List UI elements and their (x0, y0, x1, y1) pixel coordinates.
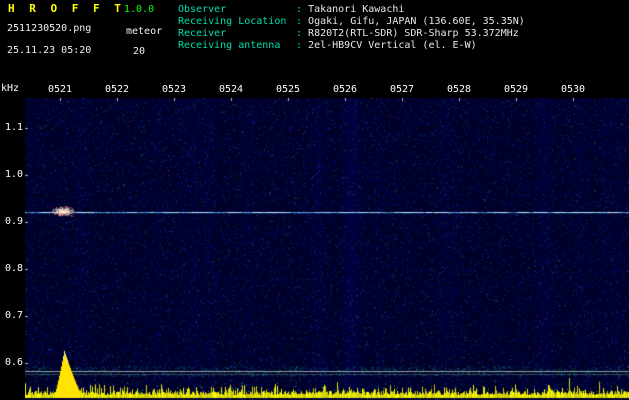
datetime-label: 25.11.23 05:20 (7, 45, 92, 56)
x-tick-label: 0522 (105, 84, 130, 95)
output-filename: 2511230520.png (7, 23, 92, 34)
x-tick-label: 0524 (219, 84, 244, 95)
y-tick-label: 0.8 (4, 263, 23, 274)
version-label: 1.0.0 (124, 4, 155, 15)
info-row: Observer: Takanori Kawachi (178, 4, 525, 16)
x-tick-label: 0526 (333, 84, 358, 95)
x-tick-label: 0523 (162, 84, 187, 95)
info-colon: : (296, 28, 309, 39)
info-label: Receiving Location (178, 16, 287, 27)
info-colon: : (296, 4, 309, 15)
y-tick-label: 0.9 (4, 216, 23, 227)
hrofft-window: H R O F F T 1.0.0 2511230520.png meteor … (0, 0, 629, 400)
info-label: Receiving antenna (178, 40, 281, 51)
y-tick-label: 0.7 (4, 310, 23, 321)
x-tick-label: 0530 (561, 84, 586, 95)
x-tick-label: 0521 (48, 84, 73, 95)
y-axis-unit: kHz (1, 83, 20, 94)
info-row: Receiver: R820T2(RTL-SDR) SDR-Sharp 53.3… (178, 28, 525, 40)
count-label: 20 (133, 46, 146, 57)
app-title: H R O F F T (8, 2, 125, 15)
info-value: Takanori Kawachi (308, 4, 405, 15)
info-value: R820T2(RTL-SDR) SDR-Sharp 53.372MHz (308, 28, 519, 39)
y-tick-label: 1.1 (4, 122, 23, 133)
info-label: Receiver (178, 28, 227, 39)
mode-label: meteor (126, 26, 163, 37)
x-tick-label: 0525 (276, 84, 301, 95)
info-value: Ogaki, Gifu, JAPAN (136.60E, 35.35N) (308, 16, 525, 27)
spectrogram-canvas (25, 98, 629, 400)
info-label: Observer (178, 4, 227, 15)
info-colon: : (296, 40, 309, 51)
info-row: Receiving Location: Ogaki, Gifu, JAPAN (… (178, 16, 525, 28)
y-tick-label: 0.6 (4, 357, 23, 368)
y-tick-label: 1.0 (4, 169, 23, 180)
info-row: Receiving antenna: 2el-HB9CV Vertical (e… (178, 40, 525, 52)
info-value: 2el-HB9CV Vertical (el. E-W) (308, 40, 477, 51)
x-tick-label: 0527 (390, 84, 415, 95)
x-tick-label: 0529 (504, 84, 529, 95)
info-colon: : (296, 16, 309, 27)
x-tick-label: 0528 (447, 84, 472, 95)
info-block: Observer: Takanori Kawachi Receiving Loca… (178, 4, 525, 52)
